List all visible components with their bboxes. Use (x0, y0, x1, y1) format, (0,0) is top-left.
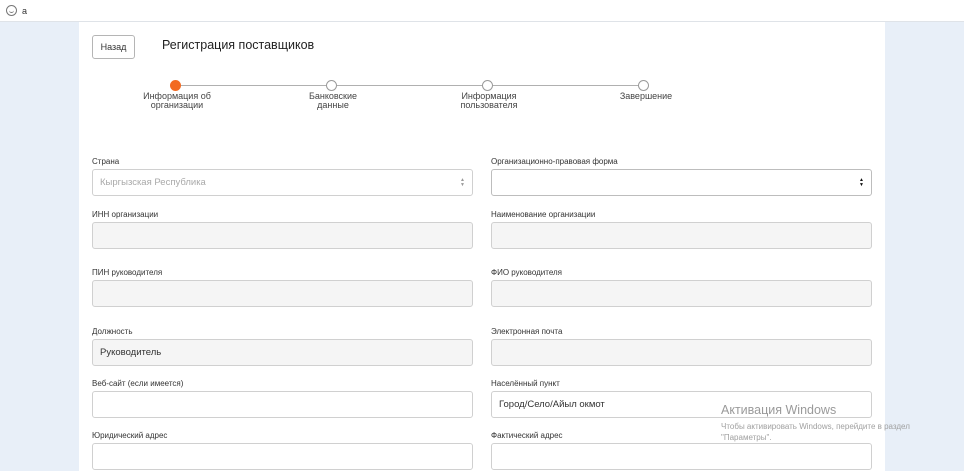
step-connector (337, 85, 487, 86)
inn-input[interactable] (92, 222, 473, 249)
org-name-label: Наименование организации (491, 210, 596, 219)
step-connector (493, 85, 643, 86)
app-brand-text: a (22, 5, 28, 16)
website-input[interactable] (92, 391, 473, 418)
position-input-value: Руководитель (100, 347, 162, 358)
actual-address-input[interactable] (491, 443, 872, 470)
step-1-label-text: Информация об организации (143, 91, 211, 110)
windows-activation-line-1: Чтобы активировать Windows, перейдите в … (721, 422, 910, 431)
actual-address-label: Фактический адрес (491, 431, 563, 440)
select-arrows-icon: ▲ ▼ (859, 176, 864, 188)
step-4-indicator[interactable] (638, 80, 649, 91)
windows-activation-title: Активация Windows (721, 403, 837, 417)
app-logo-icon (6, 5, 17, 16)
step-1-label: Информация об организации (132, 92, 222, 109)
step-4-label: Завершение (601, 92, 691, 101)
step-connector (181, 85, 331, 86)
step-3-indicator[interactable] (482, 80, 493, 91)
step-2-label: Банковские данные (293, 92, 373, 109)
select-arrows-icon: ▲ ▼ (460, 176, 465, 188)
legal-form-label: Организационно-правовая форма (491, 157, 618, 166)
legal-form-select[interactable]: ▲ ▼ (491, 169, 872, 196)
step-4-label-text: Завершение (619, 91, 673, 101)
position-label: Должность (92, 327, 133, 336)
email-input[interactable] (491, 339, 872, 366)
country-select-value: Кыргызская Республика (100, 177, 206, 188)
position-input[interactable]: Руководитель (92, 339, 473, 366)
inn-label: ИНН организации (92, 210, 159, 219)
step-3-label-text: Информация пользователя (460, 91, 518, 110)
step-3-label: Информация пользователя (444, 92, 534, 109)
country-label: Страна (92, 157, 120, 166)
director-name-label: ФИО руководителя (491, 268, 563, 277)
windows-activation-text: Чтобы активировать Windows, перейдите в … (721, 421, 951, 443)
registration-stepper: Информация об организации Банковские дан… (79, 22, 885, 132)
browser-top-bar: a (0, 0, 964, 22)
director-name-input[interactable] (491, 280, 872, 307)
legal-address-input[interactable] (92, 443, 473, 470)
pin-label: ПИН руководителя (92, 268, 163, 277)
org-name-input[interactable] (491, 222, 872, 249)
step-1-indicator[interactable] (170, 80, 181, 91)
country-select[interactable]: Кыргызская Республика ▲ ▼ (92, 169, 473, 196)
locality-input-value: Город/Село/Айыл окмот (499, 399, 605, 410)
windows-activation-line-2: "Параметры". (721, 433, 772, 442)
step-2-label-text: Банковские данные (308, 91, 358, 110)
locality-label: Населённый пункт (491, 379, 560, 388)
email-label: Электронная почта (491, 327, 563, 336)
website-label: Веб-сайт (если имеется) (92, 379, 184, 388)
legal-address-label: Юридический адрес (92, 431, 168, 440)
step-2-indicator[interactable] (326, 80, 337, 91)
pin-input[interactable] (92, 280, 473, 307)
